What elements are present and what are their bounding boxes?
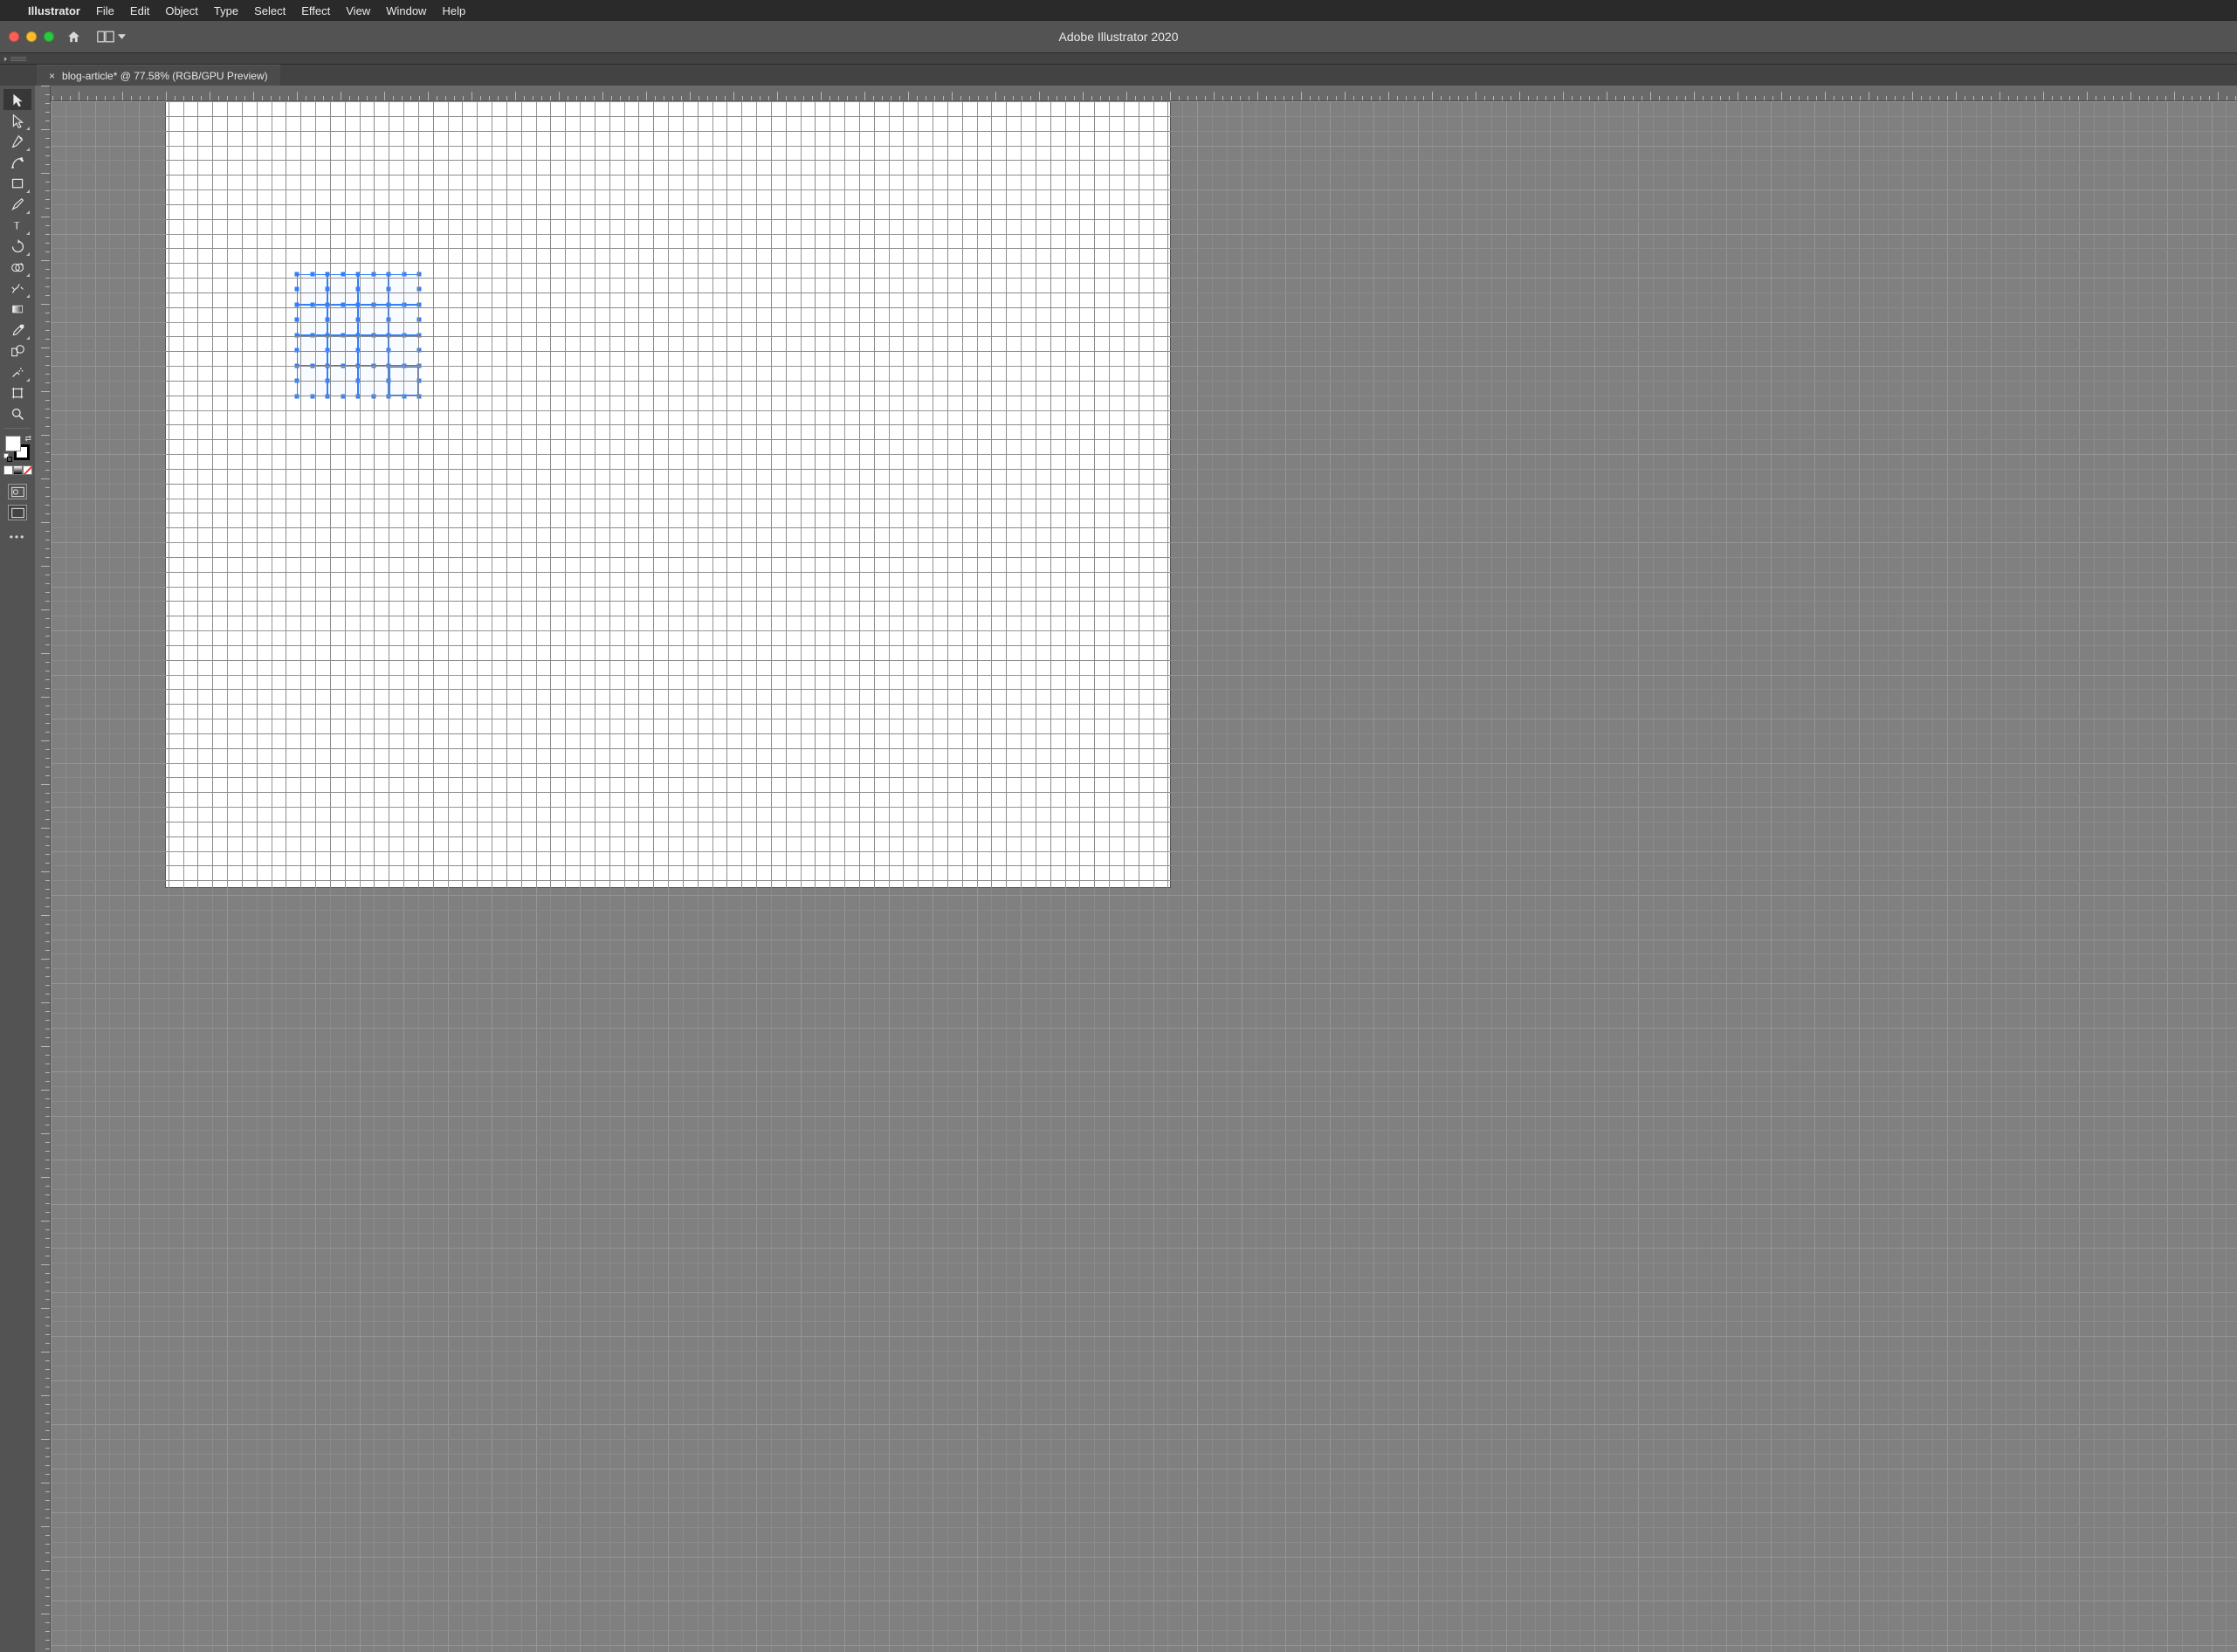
horizontal-ruler[interactable] bbox=[35, 86, 2237, 101]
minimize-window-button[interactable] bbox=[26, 31, 37, 42]
swap-fill-stroke-icon[interactable]: ⇄ bbox=[24, 434, 31, 444]
anchor-point[interactable] bbox=[310, 302, 314, 306]
menu-select[interactable]: Select bbox=[254, 4, 286, 17]
menu-edit[interactable]: Edit bbox=[130, 4, 149, 17]
app-title: Adobe Illustrator 2020 bbox=[1059, 30, 1179, 44]
draw-mode-button[interactable] bbox=[8, 484, 27, 499]
color-mode-gradient[interactable] bbox=[13, 465, 23, 475]
pasteboard[interactable] bbox=[51, 101, 2237, 1652]
pen-tool[interactable] bbox=[3, 131, 31, 152]
anchor-point[interactable] bbox=[326, 302, 330, 306]
anchor-point[interactable] bbox=[310, 272, 314, 276]
window-controls bbox=[9, 31, 54, 42]
blend-tool[interactable] bbox=[3, 341, 31, 361]
flyout-indicator-icon bbox=[26, 252, 30, 256]
flyout-indicator-icon bbox=[26, 189, 30, 193]
document-tab-label: blog-article* @ 77.58% (RGB/GPU Preview) bbox=[62, 70, 268, 82]
anchor-point[interactable] bbox=[295, 272, 299, 276]
app-titlebar: Adobe Illustrator 2020 bbox=[0, 21, 2237, 52]
rotate-tool[interactable] bbox=[3, 236, 31, 257]
artboard-tool[interactable] bbox=[3, 382, 31, 403]
fill-stroke-control[interactable]: ⇄ bbox=[5, 436, 30, 460]
default-fill-stroke-icon[interactable] bbox=[3, 453, 12, 462]
document-tab-bar: × blog-article* @ 77.58% (RGB/GPU Previe… bbox=[0, 65, 2237, 86]
menu-help[interactable]: Help bbox=[442, 4, 465, 17]
anchor-point[interactable] bbox=[326, 287, 330, 292]
flyout-indicator-icon bbox=[26, 231, 30, 235]
flyout-indicator-icon bbox=[26, 336, 30, 340]
color-mode-buttons bbox=[3, 465, 32, 475]
selected-rectangle[interactable] bbox=[297, 335, 327, 366]
selected-rectangle[interactable] bbox=[297, 305, 327, 335]
menu-window[interactable]: Window bbox=[386, 4, 426, 17]
free-transform-tool[interactable] bbox=[3, 278, 31, 299]
eyedropper-tool[interactable] bbox=[3, 320, 31, 341]
selected-rectangle[interactable] bbox=[327, 335, 358, 366]
type-tool[interactable]: T bbox=[3, 215, 31, 236]
flyout-indicator-icon bbox=[26, 148, 30, 151]
menu-effect[interactable]: Effect bbox=[301, 4, 330, 17]
document-tab[interactable]: × blog-article* @ 77.58% (RGB/GPU Previe… bbox=[37, 65, 280, 86]
grip-icon bbox=[10, 57, 26, 61]
close-window-button[interactable] bbox=[9, 31, 19, 42]
menu-file[interactable]: File bbox=[96, 4, 114, 17]
color-mode-none[interactable] bbox=[23, 465, 32, 475]
anchor-point[interactable] bbox=[326, 272, 330, 276]
menu-object[interactable]: Object bbox=[165, 4, 198, 17]
screen-mode-button[interactable] bbox=[8, 505, 27, 520]
panel-collapse-strip[interactable]: ›› bbox=[0, 52, 2237, 65]
rectangle-tool[interactable] bbox=[3, 173, 31, 194]
toolbox: T ⇄ ••• bbox=[0, 86, 35, 1652]
menu-view[interactable]: View bbox=[346, 4, 370, 17]
macos-menubar: Illustrator File Edit Object Type Select… bbox=[0, 0, 2237, 21]
expand-panels-icon: ›› bbox=[3, 54, 5, 63]
color-mode-solid[interactable] bbox=[3, 465, 13, 475]
vertical-ruler[interactable] bbox=[35, 86, 51, 1652]
toolbox-separator bbox=[4, 428, 31, 429]
flyout-indicator-icon bbox=[26, 210, 30, 214]
flyout-indicator-icon bbox=[26, 273, 30, 277]
svg-text:T: T bbox=[13, 218, 20, 231]
zoom-tool[interactable] bbox=[3, 403, 31, 424]
menu-type[interactable]: Type bbox=[214, 4, 238, 17]
edit-toolbar-button[interactable]: ••• bbox=[10, 531, 26, 543]
symbol-sprayer-tool[interactable] bbox=[3, 361, 31, 382]
paintbrush-tool[interactable] bbox=[3, 194, 31, 215]
workspace: T ⇄ ••• bbox=[0, 86, 2237, 1652]
curvature-tool[interactable] bbox=[3, 152, 31, 173]
flyout-indicator-icon bbox=[26, 127, 30, 130]
direct-selection-tool[interactable] bbox=[3, 110, 31, 131]
flyout-indicator-icon bbox=[26, 294, 30, 298]
fullscreen-window-button[interactable] bbox=[44, 31, 54, 42]
selected-rectangle[interactable] bbox=[327, 305, 358, 335]
close-tab-button[interactable]: × bbox=[49, 70, 55, 82]
flyout-indicator-icon bbox=[26, 378, 30, 382]
fill-swatch[interactable] bbox=[5, 436, 21, 451]
anchor-point[interactable] bbox=[295, 287, 299, 292]
selection-tool[interactable] bbox=[3, 89, 31, 110]
app-menu[interactable]: Illustrator bbox=[28, 4, 80, 17]
canvas-area[interactable] bbox=[35, 86, 2237, 1652]
shape-builder-tool[interactable] bbox=[3, 257, 31, 278]
gradient-tool[interactable] bbox=[3, 299, 31, 320]
anchor-point[interactable] bbox=[295, 302, 299, 306]
arrange-documents-button[interactable] bbox=[97, 31, 126, 43]
home-button[interactable] bbox=[66, 30, 81, 45]
